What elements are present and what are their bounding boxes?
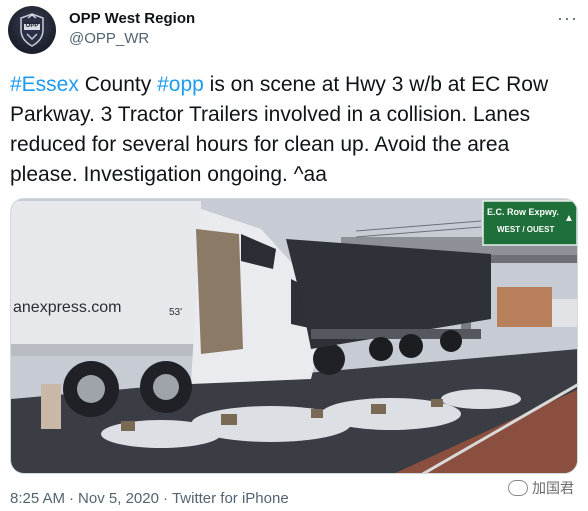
wechat-icon — [508, 480, 528, 496]
tweet-meta: 8:25 AM · Nov 5, 2020 · Twitter for iPhone — [10, 490, 289, 507]
hashtag-opp[interactable]: #opp — [157, 73, 204, 96]
road-sign-line2: WEST / OUEST — [497, 225, 555, 234]
tweet-time[interactable]: 8:25 AM — [10, 490, 65, 507]
trailer-number: 53' — [169, 307, 183, 318]
watermark-text: 加国君 — [532, 480, 574, 496]
trailer-text: anexpress.com — [13, 299, 122, 316]
tweet-text-segment: County — [78, 73, 158, 96]
watermark: 加国君 — [508, 478, 574, 498]
tweet-source[interactable]: Twitter for iPhone — [172, 490, 289, 507]
crash-scene-image — [11, 199, 577, 473]
avatar[interactable]: OPP — [8, 6, 56, 54]
tweet-photo[interactable]: anexpress.com 53' E.C. Row Expwy. WEST /… — [10, 198, 578, 474]
hashtag-essex[interactable]: #Essex — [10, 73, 79, 96]
badge-text: OPP — [25, 23, 39, 29]
tweet-text: #Essex County #opp is on scene at Hwy 3 … — [10, 70, 578, 190]
meta-separator: · — [69, 490, 75, 507]
display-name[interactable]: OPP West Region — [69, 10, 195, 27]
account-handle[interactable]: @OPP_WR — [69, 30, 149, 47]
road-sign-line1: E.C. Row Expwy. — [487, 207, 559, 217]
opp-badge-icon — [20, 13, 44, 47]
more-options-icon[interactable]: ··· — [557, 8, 578, 29]
arrow-icon: ▲ — [564, 213, 574, 224]
tweet-date[interactable]: Nov 5, 2020 — [78, 490, 159, 507]
meta-separator: · — [162, 490, 168, 507]
tweet-header: OPP OPP West Region @OPP_WR ··· — [8, 6, 580, 56]
